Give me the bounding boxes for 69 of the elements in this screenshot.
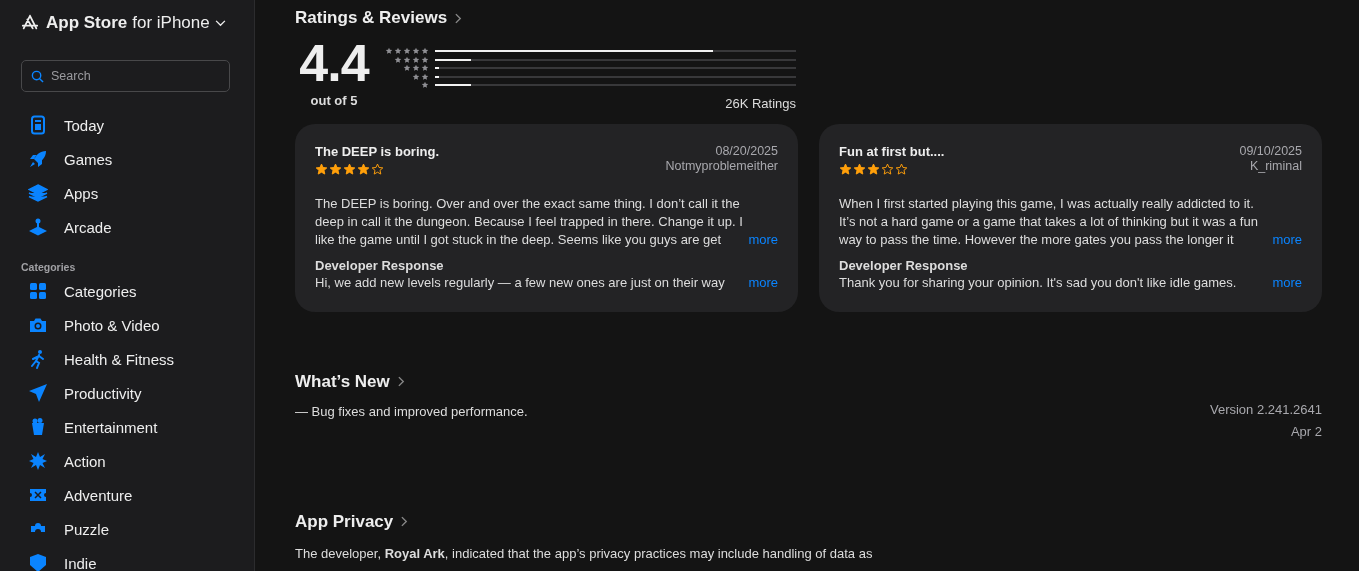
review-author: K_riminal xyxy=(1249,158,1302,173)
sidebar-item[interactable]: Categories xyxy=(21,274,254,308)
sidebar-item[interactable]: Apps xyxy=(21,176,254,210)
review-author: Notmyproblemeither xyxy=(665,158,778,173)
joystick-icon xyxy=(28,217,48,237)
sidebar-item[interactable]: Health & Fitness xyxy=(21,342,254,376)
release-date: Apr 2 xyxy=(1290,422,1322,440)
star-icon xyxy=(839,162,852,176)
response-heading: Developer Response xyxy=(839,257,969,273)
sidebar-item[interactable]: Today xyxy=(21,108,254,142)
privacy-text: The developer, Royal Ark, indicated that the app’s privacy practices may include handling of data as xyxy=(295,545,874,561)
more-link[interactable]: more xyxy=(1272,273,1302,292)
star-icon xyxy=(867,162,880,176)
chevron-right-icon xyxy=(401,516,409,527)
section-heading-link[interactable]: App Privacy xyxy=(295,511,409,532)
sidebar-item[interactable]: Arcade xyxy=(21,210,254,244)
section-heading: Categories xyxy=(21,261,77,273)
sidebar-item[interactable]: Photo & Video xyxy=(21,308,254,342)
star-icon xyxy=(343,162,356,176)
release-notes: — Bug fixes and improved performance. xyxy=(295,403,528,421)
chevron-right-icon xyxy=(397,376,405,387)
more-link[interactable]: more xyxy=(748,273,778,292)
sidebar-item[interactable]: Puzzle xyxy=(21,512,254,546)
star-icon xyxy=(895,162,908,176)
star-icon xyxy=(357,162,370,176)
review-card[interactable] xyxy=(295,123,798,312)
star-icon xyxy=(371,162,384,176)
response-text: Hi, we add new levels regularly — a few new ones are just on their way xyxy=(315,273,726,292)
review-text: The DEEP is boring. Over and over the exact same thing. I don’t call it the deep in call it the dungeon. Because I feel trapped in there. Change it up. I like the game until I got stuck in the deep. Seems like you guys are get xyxy=(315,194,744,249)
store-subtitle: for iPhone xyxy=(132,13,210,33)
section-heading-link[interactable]: What’s New xyxy=(295,371,405,392)
ratings-count: 26K Ratings xyxy=(725,95,796,111)
sidebar-item[interactable]: Entertainment xyxy=(21,410,254,444)
sidebar-item[interactable]: Adventure xyxy=(21,478,254,512)
today-icon xyxy=(28,115,48,135)
review-text: When I first started playing this game, I was actually really addicted to it. It’s not a hard game or a game that takes a lot of thinking but it was a fun way to pass the time. However the more gates you pass the longer it xyxy=(839,194,1259,249)
sidebar-item[interactable]: Indie xyxy=(21,546,254,571)
store-title: App Store xyxy=(46,13,128,33)
search-field[interactable]: Search xyxy=(21,60,230,92)
chevron-right-icon xyxy=(455,12,463,24)
burst-icon xyxy=(28,451,48,471)
search-icon xyxy=(31,70,44,83)
star-icon xyxy=(315,162,328,176)
star-icon xyxy=(881,162,894,176)
rocket-icon xyxy=(28,149,48,169)
sidebar-item[interactable]: Games xyxy=(21,142,254,176)
response-heading: Developer Response xyxy=(315,257,445,273)
chevron-down-icon[interactable] xyxy=(214,19,226,27)
plane-icon xyxy=(28,383,48,403)
rating-score: 4.4 xyxy=(299,39,369,87)
layers-icon xyxy=(28,183,48,203)
response-text: Thank you for sharing your opinion. It's sad you don't like idle games. xyxy=(839,273,1238,292)
review-title: Fun at first but.... xyxy=(839,143,945,159)
shield-icon xyxy=(28,553,48,571)
sidebar-item[interactable]: Action xyxy=(21,444,254,478)
review-date: 09/10/2025 xyxy=(1239,143,1302,158)
app-store-icon xyxy=(21,14,39,32)
review-date: 08/20/2025 xyxy=(715,143,778,158)
more-link[interactable]: more xyxy=(1272,230,1302,249)
rating-scale: out of 5 xyxy=(310,93,358,108)
star-icon xyxy=(329,162,342,176)
more-link[interactable]: more xyxy=(748,230,778,249)
version-label: Version 2.241.2641 xyxy=(1209,400,1322,418)
review-card[interactable] xyxy=(819,123,1322,312)
section-heading-link[interactable]: Ratings & Reviews xyxy=(295,8,463,28)
star-icon xyxy=(853,162,866,176)
sidebar-item[interactable]: Productivity xyxy=(21,376,254,410)
review-title: The DEEP is boring. xyxy=(315,143,439,159)
grid-icon xyxy=(28,281,48,301)
